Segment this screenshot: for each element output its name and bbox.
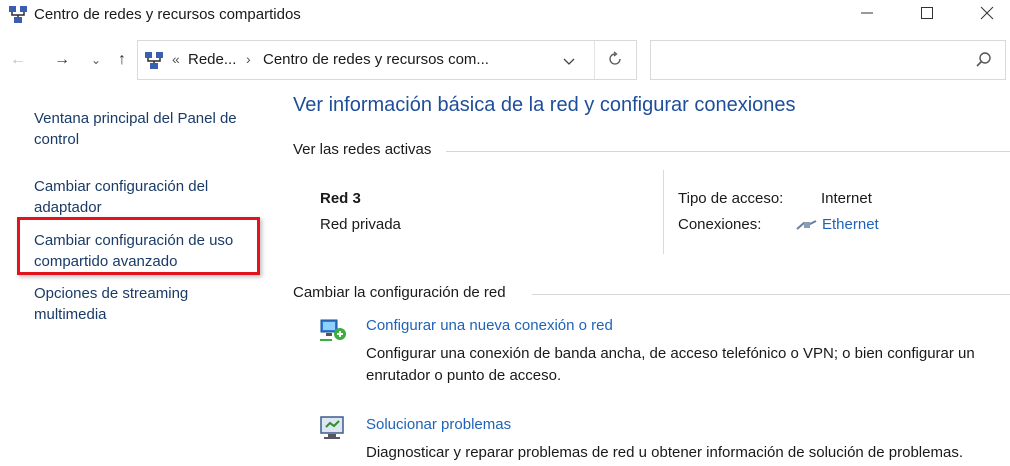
- arrow-right-icon: →: [54, 51, 70, 68]
- navigation-bar: ← → ⌄ ↑ « Rede... › Centro de redes y re…: [0, 38, 1010, 82]
- close-icon: [980, 6, 994, 25]
- arrow-left-icon: ←: [10, 51, 26, 68]
- address-divider: [594, 41, 595, 79]
- new-connection-icon: [318, 314, 348, 344]
- refresh-button[interactable]: [602, 49, 628, 73]
- troubleshoot-icon: [318, 413, 348, 443]
- network-profile: Red privada: [320, 216, 401, 233]
- minimize-icon: [860, 6, 874, 25]
- refresh-icon: [607, 50, 623, 72]
- address-bar[interactable]: « Rede... › Centro de redes y recursos c…: [137, 40, 637, 80]
- back-button[interactable]: ←: [6, 48, 30, 72]
- close-button[interactable]: [964, 0, 1010, 30]
- access-type-label: Tipo de acceso:: [678, 190, 784, 207]
- maximize-icon: [920, 6, 934, 25]
- network-center-icon: [144, 51, 164, 71]
- new-connection-description: Configurar una conexión de banda ancha, …: [366, 345, 975, 384]
- chevron-down-icon: ⌄: [90, 53, 102, 67]
- breadcrumb-separator[interactable]: ›: [246, 51, 251, 67]
- network-center-icon: [8, 5, 28, 25]
- minimize-button[interactable]: [844, 0, 890, 30]
- access-type-value: Internet: [821, 190, 872, 207]
- troubleshoot-description: Diagnosticar y reparar problemas de red …: [366, 444, 963, 461]
- network-name: Red 3: [320, 190, 361, 207]
- breadcrumb-redes[interactable]: Rede...: [188, 51, 236, 68]
- page-title: Ver información básica de la red y confi…: [293, 94, 796, 116]
- link-control-panel-home[interactable]: Ventana principal del Panel de control: [34, 108, 264, 150]
- ethernet-icon: [796, 219, 818, 233]
- forward-button[interactable]: →: [50, 48, 74, 72]
- link-troubleshoot[interactable]: Solucionar problemas: [366, 416, 511, 433]
- link-change-adapter-settings[interactable]: Cambiar configuración del adaptador: [34, 176, 264, 218]
- link-new-connection[interactable]: Configurar una nueva conexión o red: [366, 317, 613, 334]
- section-divider: [446, 151, 1010, 152]
- search-input[interactable]: [650, 40, 1006, 80]
- network-divider: [663, 170, 664, 254]
- ethernet-link[interactable]: Ethernet: [822, 216, 879, 233]
- change-settings-header: Cambiar la configuración de red: [293, 284, 506, 301]
- section-divider: [532, 294, 1010, 295]
- window-title: Centro de redes y recursos compartidos: [34, 6, 301, 23]
- chevron-down-icon: [563, 53, 575, 71]
- connections-label: Conexiones:: [678, 216, 762, 233]
- search-icon: [975, 51, 995, 71]
- active-networks-header: Ver las redes activas: [293, 141, 432, 158]
- overflow-chevron[interactable]: «: [172, 51, 180, 67]
- breadcrumb-centro-de-redes[interactable]: Centro de redes y recursos com...: [263, 51, 489, 68]
- recent-locations-button[interactable]: ⌄: [84, 48, 108, 72]
- link-media-streaming-options[interactable]: Opciones de streaming multimedia: [34, 283, 264, 325]
- address-dropdown-button[interactable]: [558, 51, 580, 73]
- arrow-up-icon: ↑: [118, 51, 126, 68]
- title-bar: Centro de redes y recursos compartidos: [0, 0, 1010, 30]
- highlight-annotation: [17, 217, 260, 275]
- maximize-button[interactable]: [904, 0, 950, 30]
- up-button[interactable]: ↑: [110, 48, 134, 72]
